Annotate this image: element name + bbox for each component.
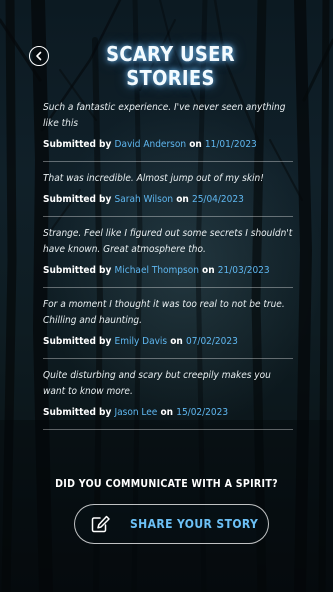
divider [43,216,293,217]
cta-question: DID YOU COMMUNICATE WITH A SPIRIT? [55,478,278,490]
story-text: Quite disturbing and scary but creepily … [43,370,271,397]
author-name: Jason Lee [114,407,158,418]
story-date: 21/03/2023 [217,265,270,276]
pen-edit-icon [91,515,110,533]
story-date: 15/02/2023 [176,407,229,418]
page-title: SCARY USER STORIES [106,42,235,90]
on-label: on [176,194,189,205]
story-date: 11/01/2023 [204,139,257,150]
story-date: 25/04/2023 [191,194,244,205]
story-text: Strange. Feel like I figured out some se… [43,228,293,255]
on-label: on [160,407,174,418]
story-text: For a moment I thought it was too real t… [43,299,285,326]
story-item: Strange. Feel like I figured out some se… [43,226,293,278]
story-item: That was incredible. Almost jump out of … [43,171,293,207]
story-item: For a moment I thought it was too real t… [43,297,293,349]
divider [43,429,293,430]
divider [43,161,293,162]
on-label: on [170,336,183,347]
author-name: Sarah Wilson [114,194,174,205]
divider [43,358,293,359]
submitted-by-label: Submitted by [43,265,112,276]
on-label: on [202,265,215,276]
submitted-by-label: Submitted by [43,139,112,150]
story-meta: Submitted by David Anderson on 11/01/202… [43,138,293,152]
story-meta: Submitted by Jason Lee on 15/02/2023 [43,406,293,420]
submitted-by-label: Submitted by [43,194,112,205]
on-label: on [189,139,202,150]
header: SCARY USER STORIES [0,40,333,90]
share-story-label: SHARE YOUR STORY [130,517,259,531]
submitted-by-label: Submitted by [43,407,112,418]
story-meta: Submitted by Sarah Wilson on 25/04/2023 [43,193,293,207]
story-meta: Submitted by Michael Thompson on 21/03/2… [43,264,293,278]
story-text: Such a fantastic experience. I've never … [43,102,286,129]
story-item: Quite disturbing and scary but creepily … [43,368,293,420]
story-text: That was incredible. Almost jump out of … [43,173,264,184]
story-meta: Submitted by Emily Davis on 07/02/2023 [43,335,293,349]
story-list: Such a fantastic experience. I've never … [43,100,293,439]
share-story-button[interactable]: SHARE YOUR STORY [74,504,269,544]
author-name: Michael Thompson [114,265,199,276]
story-item: Such a fantastic experience. I've never … [43,100,293,152]
app-screen: SCARY USER STORIES Such a fantastic expe… [0,0,333,592]
chevron-left-icon [36,51,42,61]
author-name: David Anderson [114,139,187,150]
divider [43,287,293,288]
back-button[interactable] [29,46,49,66]
submitted-by-label: Submitted by [43,336,112,347]
author-name: Emily Davis [114,336,168,347]
story-date: 07/02/2023 [185,336,238,347]
